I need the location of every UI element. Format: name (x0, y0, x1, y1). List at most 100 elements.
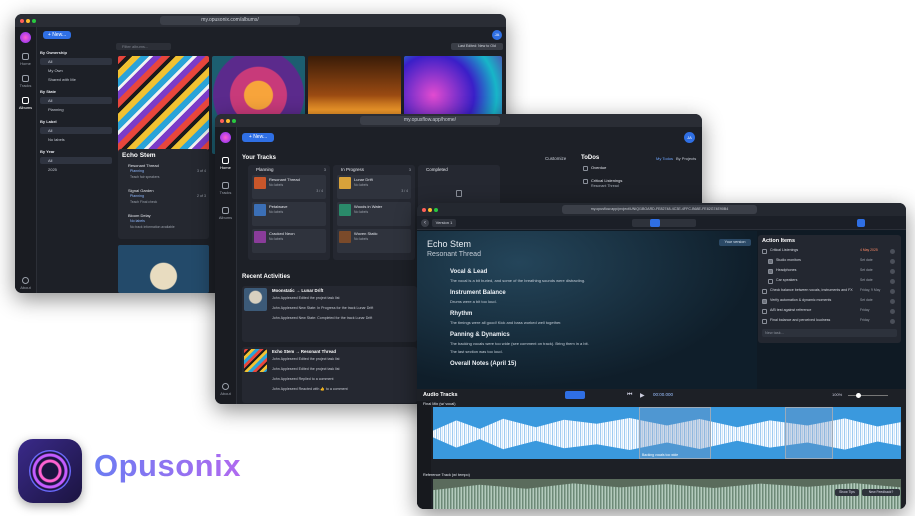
filter-option[interactable]: All (40, 127, 112, 134)
action-item[interactable]: Critical Listenings 4 May 2025 (762, 248, 897, 257)
filter-option[interactable]: Planning (40, 106, 112, 113)
track-card[interactable]: Resonant Thread No labels 3 / 4 (252, 175, 326, 199)
show-tips-button[interactable]: Show Tips (835, 489, 859, 496)
play-icon[interactable]: ▶ (640, 392, 645, 399)
new-button[interactable]: + New... (242, 133, 274, 142)
new-button[interactable]: + New... (43, 31, 71, 39)
assignee-icon[interactable] (890, 299, 895, 304)
assignee-icon[interactable] (890, 289, 895, 294)
nav-home[interactable]: Home (215, 157, 236, 170)
album-track-item[interactable]: Bloom Delay No labels No track information… (122, 213, 206, 237)
filter-albums-input[interactable]: Filter albums... (116, 43, 171, 50)
action-item-due[interactable]: Friday, 9 May (860, 288, 880, 292)
assignee-icon[interactable] (890, 259, 895, 264)
todo-item[interactable]: Overdue (581, 165, 681, 179)
filter-option[interactable]: Shared with Me (40, 76, 112, 83)
address-bar[interactable]: my.opusonix.com/albums/ (160, 16, 300, 25)
filter-option[interactable]: My Own (40, 67, 112, 74)
nav-home[interactable]: Home (15, 53, 36, 66)
checkbox-icon[interactable] (768, 279, 773, 284)
zoom-window-icon[interactable] (32, 18, 36, 23)
filter-option[interactable]: All (40, 58, 112, 65)
share-icon[interactable] (857, 219, 865, 227)
close-window-icon[interactable] (220, 118, 224, 123)
track-card[interactable]: Woods in Water No labels (337, 202, 411, 226)
track-2-waveform[interactable] (433, 479, 901, 509)
track-card[interactable]: Cracked Neon No labels (252, 229, 326, 253)
todo-item[interactable]: Critical Listenings Resonant Thread (581, 178, 681, 192)
checked-checkbox-icon[interactable] (762, 299, 767, 304)
checked-checkbox-icon[interactable] (768, 269, 773, 274)
action-item-due[interactable]: Set date (860, 278, 873, 282)
todo-checkbox[interactable] (583, 179, 588, 184)
address-bar[interactable]: my.opusflow.app/project/UNIQ/1BOARD-FE82… (562, 205, 757, 214)
assignee-icon[interactable] (890, 279, 895, 284)
view-active-icon[interactable] (650, 219, 660, 227)
tab-by-projects[interactable]: By Projects (676, 156, 696, 161)
album-cover-echo-stem[interactable] (118, 56, 209, 154)
minimize-window-icon[interactable] (26, 18, 30, 23)
checkbox-icon[interactable] (762, 309, 767, 314)
todo-checkbox[interactable] (583, 166, 588, 171)
view-switcher[interactable] (632, 219, 696, 227)
close-window-icon[interactable] (20, 18, 24, 23)
track-card[interactable]: Petalwave No labels (252, 202, 326, 226)
track-card[interactable]: Woven Static No labels (337, 229, 411, 253)
action-item-due[interactable]: 4 May 2025 (860, 248, 878, 252)
minimize-window-icon[interactable] (428, 207, 432, 212)
action-item-due[interactable]: Set date (860, 298, 873, 302)
close-window-icon[interactable] (422, 207, 426, 212)
action-item-due[interactable]: Set date (860, 258, 873, 262)
zoom-slider-thumb[interactable] (856, 393, 861, 398)
action-item[interactable]: Final balance and perceived loudness Frid… (762, 318, 897, 327)
action-item[interactable]: Headphones Set date (762, 268, 897, 277)
track-card[interactable]: Lunar Drift No labels 3 / 4 (337, 175, 411, 199)
action-item[interactable]: Car speakers Set date (762, 278, 897, 287)
activity-card[interactable]: Moonstatic → Lunar Drift John Appleseed E… (242, 286, 417, 342)
assignee-icon[interactable] (890, 249, 895, 254)
nav-albums[interactable]: Albums (215, 207, 236, 220)
nav-about[interactable]: About (15, 277, 36, 290)
version-select[interactable]: Version 1 (432, 219, 456, 227)
action-item-due[interactable]: Friday (860, 308, 869, 312)
nav-about[interactable]: About (215, 383, 236, 396)
album-track-item[interactable]: Signal Garden Planning Teach Final check 2 … (122, 188, 206, 212)
avatar[interactable]: JA (684, 132, 695, 143)
action-item-due[interactable]: Friday (860, 318, 869, 322)
action-item[interactable]: Verify automation & dynamic moments Set d… (762, 298, 897, 307)
new-feedback-button[interactable]: New Feedback? (862, 489, 900, 496)
your-version-badge[interactable]: Your version (719, 239, 751, 246)
checkbox-icon[interactable] (762, 249, 767, 254)
checkbox-icon[interactable] (762, 319, 767, 324)
zoom-slider[interactable] (848, 393, 888, 398)
avatar[interactable]: JA (492, 30, 502, 40)
address-bar[interactable]: my.opusflow.app/home/ (360, 116, 500, 125)
previous-icon[interactable]: ⏮ (627, 392, 632, 399)
minimize-window-icon[interactable] (226, 118, 230, 123)
album-cover-moon[interactable] (118, 245, 209, 293)
action-item[interactable]: Check balance between vocals, instrument… (762, 288, 897, 297)
album-track-item[interactable]: Resonant Thread Planning Teach fair speake… (122, 163, 206, 187)
activity-card[interactable]: Echo Stem → Resonant Thread John Applesee… (242, 347, 417, 403)
zoom-window-icon[interactable] (434, 207, 438, 212)
action-item[interactable]: A/B test against reference Friday (762, 308, 897, 317)
action-item-due[interactable]: Set date (860, 268, 873, 272)
new-task-input[interactable]: New task... (762, 329, 897, 337)
filter-option[interactable]: No labels (40, 136, 112, 143)
action-item[interactable]: Studio monitors Set date (762, 258, 897, 267)
sort-select[interactable]: Last Edited: New to Old (451, 43, 503, 50)
assignee-icon[interactable] (890, 319, 895, 324)
comment-region[interactable]: Backing vocals too wide (639, 407, 711, 459)
zoom-window-icon[interactable] (232, 118, 236, 123)
assignee-icon[interactable] (890, 269, 895, 274)
back-arrow-icon[interactable]: ‹ (421, 219, 429, 227)
assignee-icon[interactable] (890, 309, 895, 314)
nav-albums[interactable]: Albums (15, 97, 36, 110)
tab-my-todos[interactable]: My Todos (656, 156, 673, 161)
comment-region-2[interactable] (785, 407, 833, 459)
checkbox-icon[interactable] (762, 289, 767, 294)
filter-option[interactable]: All (40, 97, 112, 104)
customize-button[interactable]: Customize (545, 156, 566, 161)
filter-option[interactable]: All (40, 157, 112, 164)
checked-checkbox-icon[interactable] (768, 259, 773, 264)
